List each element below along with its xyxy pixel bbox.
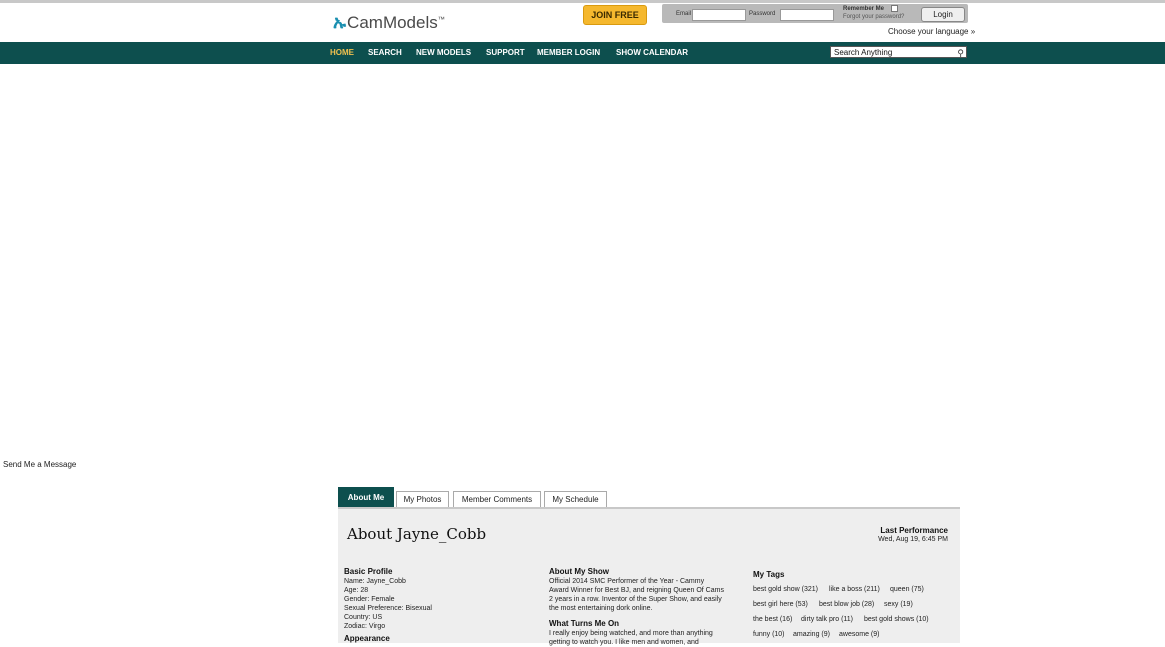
turns-line: I really enjoy being watched, and more t…: [549, 630, 713, 637]
tag-link[interactable]: sexy (19): [884, 601, 913, 608]
my-tags-heading: My Tags: [753, 570, 785, 579]
tag-link[interactable]: amazing (9): [793, 631, 830, 638]
forgot-password-link[interactable]: Forgot your password?: [843, 14, 904, 20]
about-panel: About Jayne_Cobb Last Performance Wed, A…: [338, 507, 960, 646]
logo-icon: ኡ: [333, 12, 347, 32]
choose-language-link[interactable]: Choose your language »: [888, 27, 975, 36]
tag-link[interactable]: best blow job (28): [819, 601, 874, 608]
show-line: Official 2014 SMC Performer of the Year …: [549, 578, 705, 585]
send-message-link[interactable]: Send Me a Message: [3, 460, 76, 469]
tag-link[interactable]: best gold shows (10): [864, 616, 929, 623]
email-label: Email: [676, 11, 692, 17]
tag-link[interactable]: best gold show (321): [753, 586, 818, 593]
search-input[interactable]: Search Anything ⚲: [830, 46, 967, 58]
password-field[interactable]: [780, 9, 834, 21]
logo-text: CamModels: [347, 13, 438, 32]
search-icon[interactable]: ⚲: [957, 47, 964, 59]
nav-show-calendar[interactable]: SHOW CALENDAR: [616, 48, 688, 57]
basic-line: Gender: Female: [344, 596, 395, 603]
turns-me-on-heading: What Turns Me On: [549, 619, 620, 628]
nav-new-models[interactable]: NEW MODELS: [416, 48, 471, 57]
show-line: 2 years in a row. Inventor of the Super …: [549, 596, 722, 603]
basic-line: Name: Jayne_Cobb: [344, 578, 406, 585]
last-performance-date: Wed, Aug 19, 6:45 PM: [878, 536, 948, 543]
tag-link[interactable]: awesome (9): [839, 631, 879, 638]
top-border: [0, 0, 1165, 3]
nav-search[interactable]: SEARCH: [368, 48, 402, 57]
show-line: Award Winner for Best BJ, and reigning Q…: [549, 587, 724, 594]
tag-link[interactable]: the best (16): [753, 616, 792, 623]
tag-link[interactable]: like a boss (211): [829, 586, 880, 593]
main-nav: HOME SEARCH NEW MODELS SUPPORT MEMBER LO…: [0, 42, 1165, 64]
tab-about-me[interactable]: About Me: [338, 487, 394, 508]
search-input-value: Search Anything: [834, 48, 893, 57]
basic-line: Sexual Preference: Bisexual: [344, 605, 432, 612]
email-field[interactable]: [692, 9, 746, 21]
nav-member-login[interactable]: MEMBER LOGIN: [537, 48, 600, 57]
login-box: Email Password Remember Me Forgot your p…: [662, 4, 968, 23]
join-free-button[interactable]: JOIN FREE: [583, 5, 647, 25]
basic-profile-heading: Basic Profile: [344, 567, 393, 576]
about-show-text: Official 2014 SMC Performer of the Year …: [549, 577, 724, 613]
logo-tm: ™: [437, 16, 445, 24]
tag-link[interactable]: best girl here (53): [753, 601, 808, 608]
turns-me-on-text: I really enjoy being watched, and more t…: [549, 629, 713, 647]
page-title: About Jayne_Cobb: [347, 525, 487, 543]
turns-line: getting to watch you. I like men and wom…: [549, 639, 699, 646]
basic-line: Country: US: [344, 614, 383, 621]
password-label: Password: [749, 11, 776, 17]
basic-line: Age: 28: [344, 587, 369, 594]
show-line: the most entertaining dork online.: [549, 605, 653, 612]
nav-support[interactable]: SUPPORT: [486, 48, 525, 57]
last-performance-label: Last Performance: [880, 526, 948, 535]
tag-link[interactable]: dirty talk pro (11): [801, 616, 853, 623]
remember-checkbox[interactable]: [891, 5, 898, 12]
login-button[interactable]: Login: [921, 7, 965, 22]
nav-home[interactable]: HOME: [330, 48, 354, 57]
basic-line: Zodiac: Virgo: [344, 623, 386, 630]
tag-link[interactable]: queen (75): [890, 586, 924, 593]
appearance-heading: Appearance: [344, 634, 390, 643]
about-show-heading: About My Show: [549, 567, 609, 576]
basic-profile-list: Name: Jayne_Cobb Age: 28 Gender: Female …: [344, 577, 432, 631]
remember-label: Remember Me: [843, 6, 885, 12]
tag-link[interactable]: funny (10): [753, 631, 785, 638]
site-logo[interactable]: ኡCamModels™: [333, 12, 445, 33]
